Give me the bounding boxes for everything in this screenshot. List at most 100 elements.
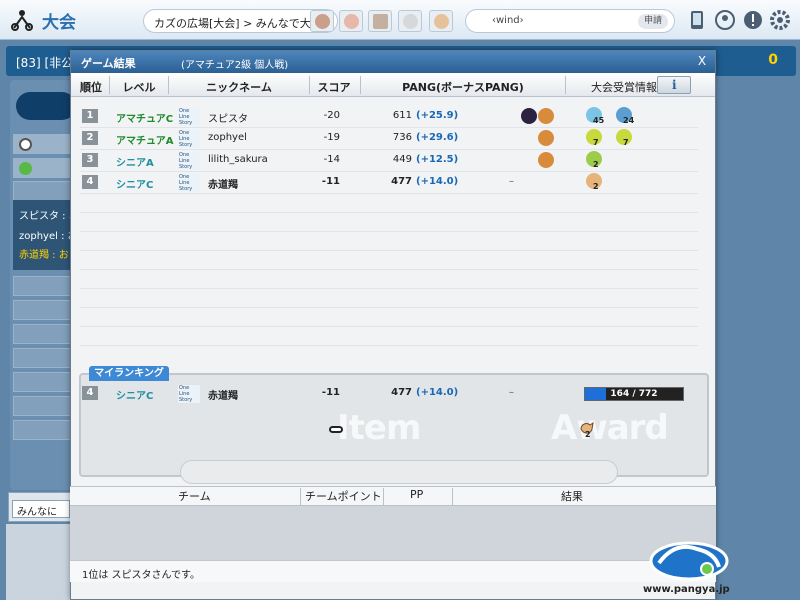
result-row[interactable]: 3 シニアA One Line Story lilith_sakura -14 449 (+… [80, 150, 698, 172]
alert-icon[interactable] [742, 9, 764, 31]
bonus-pang: (+14.0) [416, 176, 459, 187]
lobby-slot[interactable] [13, 372, 71, 392]
lobby-slot[interactable] [13, 396, 71, 416]
rank-badge: 1 [82, 109, 98, 123]
info-icon: i [672, 78, 677, 92]
avatar-2[interactable] [339, 10, 363, 32]
tournament-icon[interactable] [10, 8, 34, 32]
lobby-slot-3[interactable] [13, 181, 71, 201]
avatar-1[interactable] [310, 10, 334, 32]
team-header: チーム [178, 490, 211, 503]
team-table-body [70, 506, 716, 560]
horizontal-scrollbar[interactable] [180, 460, 618, 484]
logo-url: www.pangya.jp [643, 584, 730, 595]
empty-row [80, 232, 698, 251]
score: -20 [323, 110, 340, 121]
bomb-icon [521, 108, 537, 124]
room-label: [83] [非公 [16, 56, 74, 70]
status-message: 1位は スピスタさんです。 [82, 570, 201, 581]
lobby-slot[interactable] [13, 276, 71, 296]
one-line-story-badge: One Line Story [178, 108, 200, 126]
result-header: 結果 [561, 490, 583, 503]
rank-badge: 4 [82, 175, 98, 189]
level-label: アマチュアA [116, 136, 174, 147]
level-label: シニアC [116, 391, 154, 402]
result-row[interactable]: 4 シニアC One Line Story 赤道羯 -11 477 (+14.0) – 2 [80, 172, 698, 194]
team-divider [452, 488, 453, 506]
header-divider [109, 76, 110, 94]
medal-icon [538, 152, 554, 168]
gear-icon[interactable] [769, 9, 791, 31]
apply-button[interactable]: 申請 [638, 14, 668, 29]
medal-icon [538, 108, 554, 124]
top-bar: 大会 カズの広場[大会] > みんなで大会 2 ‹wind› 申請 [0, 0, 800, 40]
item-none: – [509, 176, 514, 187]
item-watermark: Item [337, 408, 421, 448]
lobby-slot[interactable] [13, 420, 71, 440]
award-watermark: Award [551, 408, 669, 448]
chat-target-select[interactable]: みんなに [12, 500, 70, 518]
counter: 0 [768, 52, 778, 68]
team-table-header [70, 486, 716, 506]
info-button[interactable]: i [657, 76, 691, 94]
pang: 611 [392, 110, 412, 121]
close-button[interactable]: X [695, 54, 709, 68]
avatar-4[interactable] [398, 10, 422, 32]
pang: 736 [392, 132, 412, 143]
progress-text: 164 / 772 [610, 389, 658, 399]
rank-badge: 4 [82, 386, 98, 400]
award-count: 45 [593, 116, 605, 125]
team-divider [300, 488, 301, 506]
empty-row [80, 194, 698, 213]
nickname: zophyel [208, 132, 247, 143]
nickname: 赤道羯 [208, 180, 238, 191]
home-icon [19, 162, 32, 175]
breadcrumb[interactable]: カズの広場[大会] > みんなで大会 2 [143, 9, 338, 33]
score: -14 [323, 154, 340, 165]
bonus-pang: (+14.0) [416, 387, 459, 398]
result-row[interactable]: 1 アマチュアC One Line Story スピスタ -20 611 (+25.9) 45… [80, 106, 698, 128]
pang: 477 [391, 387, 412, 398]
one-line-story-badge: One Line Story [178, 130, 200, 148]
empty-row [80, 270, 698, 289]
nickname: 赤道羯 [208, 391, 238, 402]
one-line-story-badge: One Line Story [178, 174, 200, 192]
header-nickname: ニックネーム [206, 81, 272, 94]
wind-info: ‹wind› 申請 [465, 9, 675, 33]
lobby-footer [6, 524, 72, 600]
stop-icon [19, 138, 32, 151]
bonus-pang: (+25.9) [416, 110, 459, 121]
lobby-slot-2[interactable] [13, 158, 71, 178]
lobby-slot[interactable] [13, 348, 71, 368]
award-count: 24 [623, 116, 635, 125]
empty-row [80, 327, 698, 346]
level-label: シニアC [116, 180, 154, 191]
my-ranking-tab[interactable]: マイランキング [89, 366, 169, 381]
award-count: 7 [593, 138, 599, 147]
lobby-oval [16, 92, 76, 120]
smartphone-icon[interactable] [686, 9, 708, 31]
score: -11 [321, 176, 340, 187]
app-title: 大会 [42, 13, 76, 33]
one-line-story-badge: One Line Story [178, 385, 200, 403]
award-count: 7 [623, 138, 629, 147]
header-level: レベル [122, 81, 156, 94]
people-search-icon[interactable] [714, 9, 736, 31]
rank-badge: 3 [82, 153, 98, 167]
results-list: 1 アマチュアC One Line Story スピスタ -20 611 (+25.9) 45… [80, 101, 698, 366]
score: -11 [321, 387, 340, 398]
dialog-title: ゲーム結果 [81, 57, 136, 70]
nickname: lilith_sakura [208, 154, 268, 165]
empty-row [80, 213, 698, 232]
avatar-3[interactable] [368, 10, 392, 32]
header-divider [168, 76, 169, 94]
lobby-slot[interactable] [13, 300, 71, 320]
header-pang: PANG(ボーナスPANG) [402, 81, 524, 94]
lobby-slot-1[interactable] [13, 134, 71, 154]
header-rank: 順位 [80, 81, 102, 94]
chat-line: zophyel : お [19, 231, 74, 242]
result-row[interactable]: 2 アマチュアA One Line Story zophyel -19 736 (+29.6… [80, 128, 698, 150]
bonus-pang: (+29.6) [416, 132, 459, 143]
avatar-5[interactable] [429, 10, 453, 32]
lobby-slot[interactable] [13, 324, 71, 344]
